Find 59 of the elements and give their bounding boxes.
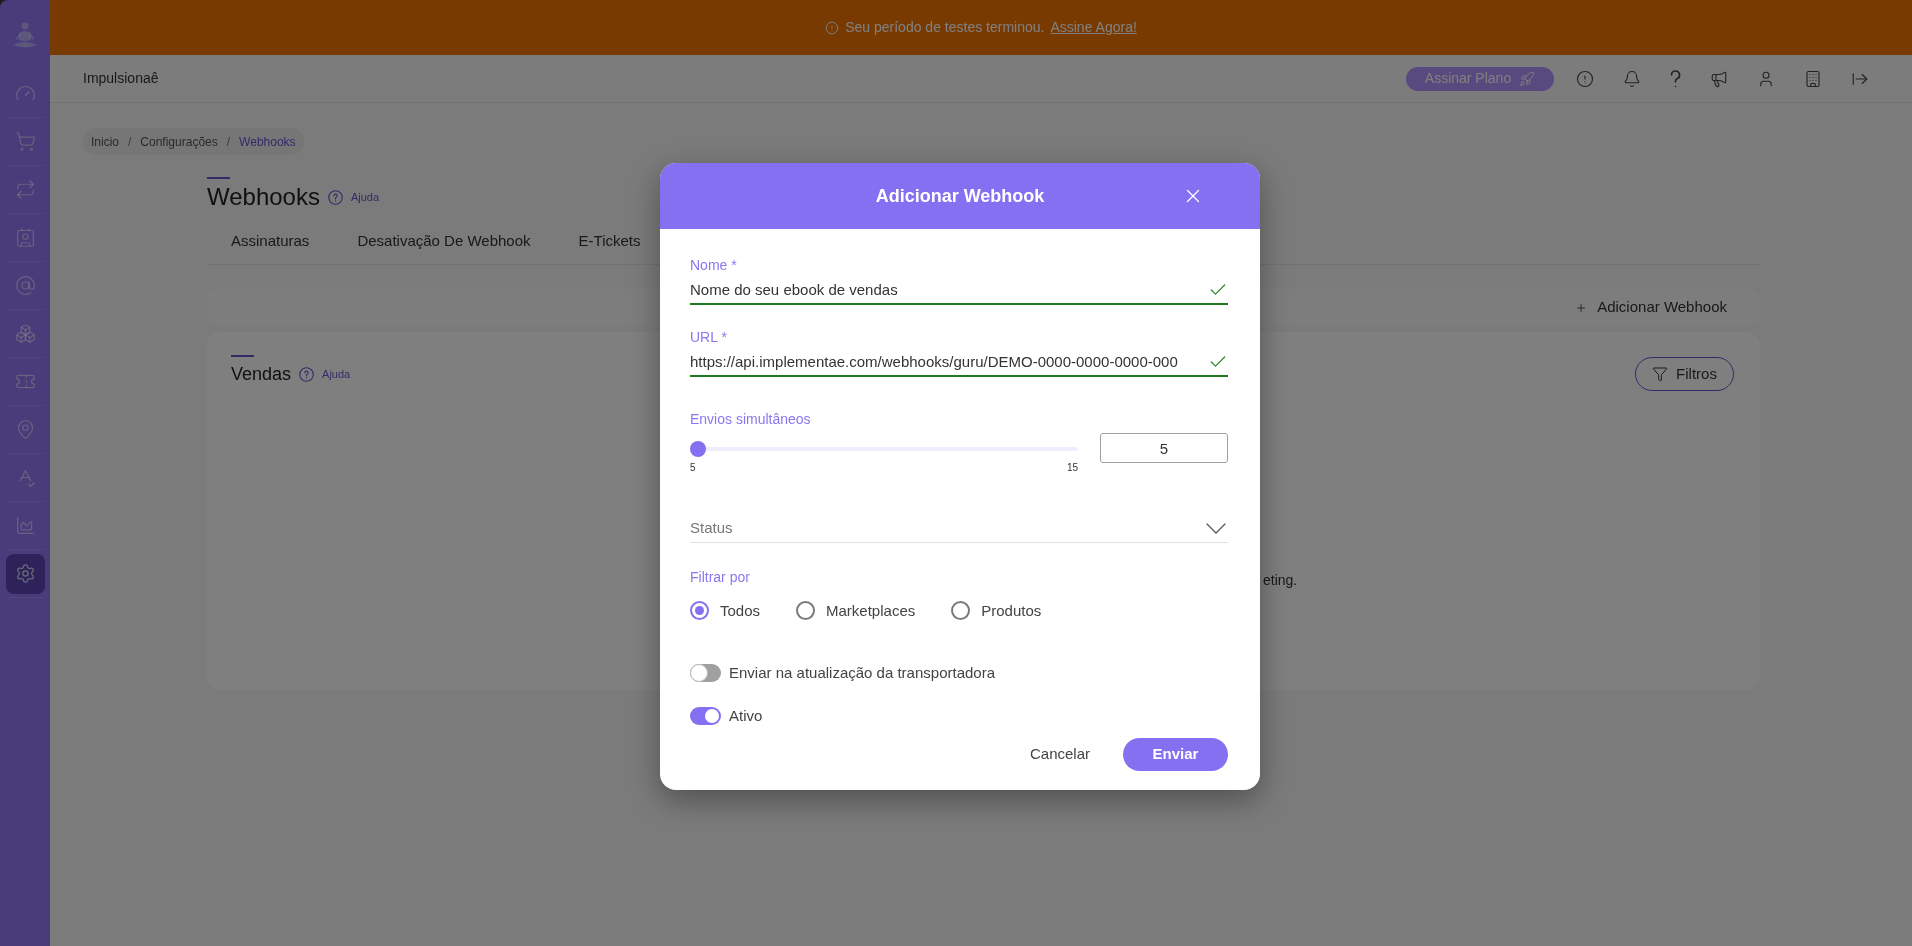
breadcrumb-link[interactable]: Configurações bbox=[140, 132, 218, 151]
alert-icon bbox=[825, 20, 840, 35]
add-webhook-button[interactable]: Adicionar Webhook bbox=[1575, 296, 1727, 319]
radio-button[interactable] bbox=[796, 601, 816, 620]
slider-max-label: 15 bbox=[1066, 462, 1078, 474]
breadcrumb-separator: / bbox=[128, 133, 132, 151]
tab[interactable]: Desativação De Webhook bbox=[333, 228, 555, 254]
rocket-icon bbox=[1519, 70, 1536, 87]
toggle-switch[interactable] bbox=[690, 707, 721, 725]
banner-message: Seu período de testes terminou. bbox=[845, 18, 1045, 37]
breadcrumb-separator: / bbox=[226, 133, 231, 151]
page-title: Webhooks bbox=[207, 182, 320, 212]
title-accent-line bbox=[207, 177, 230, 179]
radio-label: Produtos bbox=[981, 601, 1042, 620]
help-link[interactable]: Ajuda bbox=[322, 365, 351, 383]
megaphone-icon[interactable] bbox=[1710, 69, 1728, 88]
number-input[interactable]: 5 bbox=[1100, 433, 1228, 463]
field-label: Filtrar por bbox=[690, 568, 751, 586]
subscribe-link[interactable]: Assine Agora! bbox=[1050, 17, 1137, 38]
empty-state-text: eting. bbox=[1263, 572, 1298, 588]
slider-thumb[interactable] bbox=[690, 441, 706, 457]
modal-title: Adicionar Webhook bbox=[875, 184, 1045, 208]
sidebar-item[interactable] bbox=[5, 553, 45, 594]
building-icon[interactable] bbox=[1804, 69, 1822, 88]
text-input[interactable]: https://api.implementae.com/webhooks/guru/DEMO-0000-0000-0000-000 bbox=[690, 349, 1228, 377]
funnel-icon bbox=[1652, 366, 1669, 382]
cancel-button[interactable]: Cancelar bbox=[1029, 738, 1090, 771]
tab[interactable]: Assinaturas bbox=[207, 228, 334, 254]
help-link[interactable]: Ajuda bbox=[350, 188, 380, 206]
app-name: Impulsionaê bbox=[83, 69, 159, 88]
settings-icon bbox=[14, 563, 36, 584]
help-icon[interactable] bbox=[1670, 69, 1681, 88]
slider-track[interactable] bbox=[690, 441, 1078, 457]
radio-label: Todos bbox=[720, 601, 761, 620]
help-icon[interactable] bbox=[299, 366, 315, 382]
toggle-label: Ativo bbox=[729, 707, 763, 725]
plus-icon bbox=[1575, 301, 1588, 314]
field-label: URL * bbox=[690, 328, 728, 346]
submit-button[interactable]: Enviar bbox=[1123, 738, 1228, 771]
help-icon[interactable] bbox=[327, 189, 343, 205]
user-icon[interactable] bbox=[1757, 69, 1775, 88]
bell-icon[interactable] bbox=[1623, 69, 1641, 88]
title-accent-line bbox=[231, 355, 254, 357]
radio-label: Marketplaces bbox=[826, 601, 916, 620]
toggle-label: Enviar na atualização da transportadora bbox=[729, 664, 995, 682]
text-input[interactable]: Nome do seu ebook de vendas bbox=[690, 277, 1228, 305]
toggle-switch[interactable] bbox=[690, 664, 721, 682]
radio-button[interactable] bbox=[690, 601, 709, 620]
status-select[interactable]: Status bbox=[690, 515, 1228, 543]
slider-min-label: 5 bbox=[690, 462, 696, 474]
field-label: Nome * bbox=[690, 256, 738, 274]
tab[interactable]: E-Tickets bbox=[554, 228, 665, 254]
radio-button[interactable] bbox=[951, 601, 971, 620]
breadcrumb-link[interactable]: Webhooks bbox=[239, 132, 296, 151]
section-title: Vendas bbox=[231, 363, 292, 386]
alert-icon[interactable] bbox=[1576, 69, 1594, 88]
breadcrumb-link[interactable]: Inicio bbox=[91, 132, 119, 151]
chevron-down-icon bbox=[1206, 523, 1226, 534]
field-label: Envios simultâneos bbox=[690, 410, 812, 428]
